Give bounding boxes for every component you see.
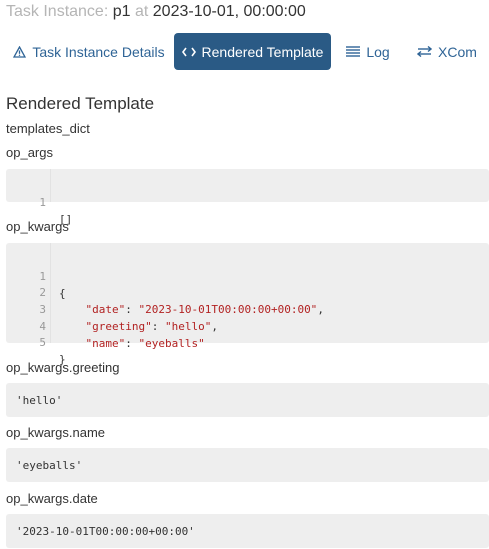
code-line: 1 [] (6, 177, 489, 226)
tab-rendered-template[interactable]: Rendered Template (174, 33, 331, 70)
op-kwargs-code-block[interactable]: 1 { 2 "date": "2023-10-01T00:00:00+00:00… (6, 243, 489, 366)
field-label-op-kwargs-name: op_kwargs.name (6, 425, 105, 440)
tab-label: XCom (438, 43, 477, 60)
json-value: "eyeballs" (138, 337, 205, 350)
tab-label: Task Instance Details (32, 43, 165, 60)
field-label-op-kwargs: op_kwargs (6, 219, 69, 234)
section-title: Rendered Template (6, 94, 155, 113)
op-kwargs-greeting-value[interactable]: 'hello' (6, 383, 489, 417)
tab-log[interactable]: Log (339, 33, 397, 70)
tab-label: Log (366, 43, 390, 60)
title-at: at (134, 3, 149, 20)
tab-xcom[interactable]: XCom (406, 33, 488, 70)
code-line: 1 { (6, 251, 489, 300)
field-label-op-kwargs-date: op_kwargs.date (6, 491, 98, 506)
field-label-op-args: op_args (6, 145, 53, 160)
list-lines-icon (346, 46, 361, 57)
warning-triangle-icon (13, 45, 27, 58)
page-title: Task Instance: p1 at 2023-10-01, 00:00:0… (6, 3, 306, 21)
tab-task-instance-details[interactable]: Task Instance Details (6, 33, 172, 70)
code-line: 5 } (6, 317, 489, 366)
field-label-templates-dict: templates_dict (6, 121, 90, 136)
code-line: 3 "greeting": "hello", (6, 284, 489, 333)
op-kwargs-name-value[interactable]: 'eyeballs' (6, 448, 489, 482)
run-date: 2023-10-01, 00:00:00 (152, 3, 306, 20)
json-key: "name" (85, 337, 126, 350)
swap-arrows-icon (417, 46, 433, 57)
line-number: 1 (39, 196, 46, 209)
tab-bar: Task Instance Details Rendered Template … (6, 33, 489, 70)
title-prefix: Task Instance: (6, 3, 109, 20)
line-number: 5 (39, 336, 46, 349)
code-line: 4 "name": "eyeballs" (6, 301, 489, 350)
code-text: "name": "eyeballs" (85, 337, 205, 350)
op-args-code-block[interactable]: 1 [] (6, 169, 489, 226)
code-line: 2 "date": "2023-10-01T00:00:00+00:00", (6, 267, 489, 316)
field-label-op-kwargs-greeting: op_kwargs.greeting (6, 360, 120, 375)
task-id: p1 (112, 3, 131, 20)
tab-label: Rendered Template (201, 43, 324, 60)
op-kwargs-date-value[interactable]: '2023-10-01T00:00:00+00:00' (6, 514, 489, 548)
code-brackets-icon (181, 47, 196, 57)
